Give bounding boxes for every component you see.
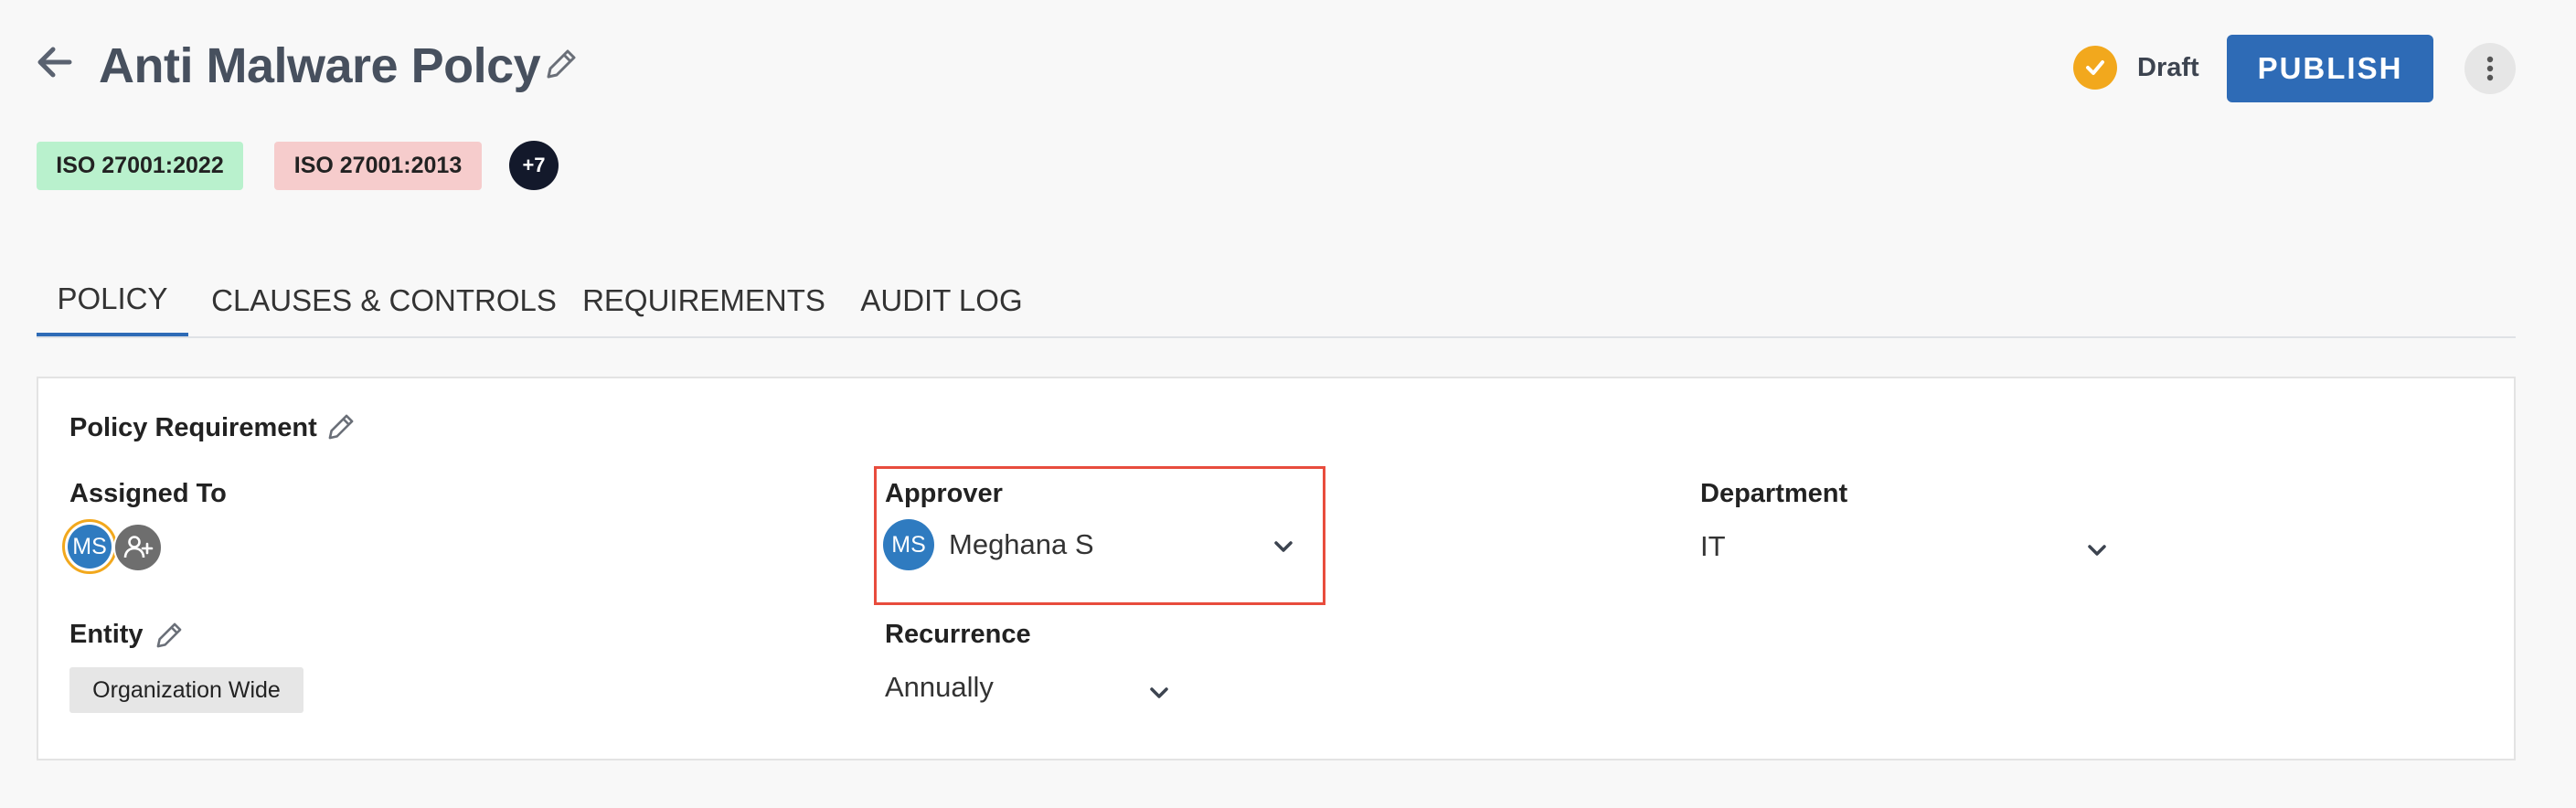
policy-page: Anti Malware Polcy Draft PUBLISH ISO 270…	[0, 0, 2576, 808]
check-circle-icon	[2073, 46, 2117, 90]
chevron-down-icon	[1150, 687, 1168, 698]
tab-clauses-controls[interactable]: CLAUSES & CONTROLS	[210, 265, 558, 336]
tab-policy[interactable]: POLICY	[37, 265, 188, 336]
pencil-icon	[547, 49, 576, 79]
framework-tag-iso-2013: ISO 27001:2013	[274, 142, 482, 190]
department-select[interactable]: IT	[1700, 521, 2121, 572]
entity-chip: Organization Wide	[69, 667, 303, 713]
approver-avatar: MS	[883, 519, 934, 570]
status-label: Draft	[2137, 52, 2199, 82]
tab-audit-log[interactable]: AUDIT LOG	[850, 265, 1033, 336]
add-assignee-button[interactable]	[113, 523, 163, 572]
assignee-avatar[interactable]: MS	[62, 519, 117, 574]
framework-tag-iso-2022: ISO 27001:2022	[37, 142, 243, 190]
policy-requirement-card: Policy Requirement Assigned To MS Approv…	[37, 377, 2516, 760]
back-button[interactable]	[33, 40, 77, 84]
approver-label: Approver	[885, 479, 1003, 508]
recurrence-label: Recurrence	[885, 620, 1031, 649]
pencil-icon	[156, 622, 182, 648]
status-indicator: Draft	[2073, 46, 2199, 90]
assigned-to-label: Assigned To	[69, 479, 227, 508]
approver-select[interactable]: MS Meghana S	[883, 519, 1322, 570]
more-vertical-icon	[2486, 56, 2494, 81]
avatar-initials: MS	[68, 525, 112, 569]
more-tags-badge[interactable]: +7	[509, 141, 559, 190]
tab-bar: POLICY CLAUSES & CONTROLS REQUIREMENTS A…	[37, 265, 2516, 338]
card-title: Policy Requirement	[69, 413, 317, 442]
edit-title-button[interactable]	[541, 44, 581, 84]
department-label: Department	[1700, 479, 1848, 508]
chevron-down-icon	[1274, 541, 1293, 552]
tab-requirements[interactable]: REQUIREMENTS	[558, 265, 850, 336]
user-plus-icon	[123, 536, 154, 558]
edit-entity-button[interactable]	[152, 618, 186, 653]
arrow-left-icon	[37, 47, 72, 78]
recurrence-select[interactable]: Annually	[885, 662, 1214, 713]
entity-label: Entity	[69, 620, 144, 649]
publish-button[interactable]: PUBLISH	[2227, 35, 2433, 102]
approver-value: Meghana S	[949, 528, 1094, 560]
chevron-down-icon	[2088, 545, 2106, 556]
edit-requirement-button[interactable]	[324, 409, 358, 444]
pencil-icon	[328, 414, 354, 440]
department-value: IT	[1700, 530, 1726, 562]
more-options-button[interactable]	[2464, 43, 2516, 94]
page-title: Anti Malware Polcy	[99, 38, 541, 93]
recurrence-value: Annually	[885, 671, 994, 703]
